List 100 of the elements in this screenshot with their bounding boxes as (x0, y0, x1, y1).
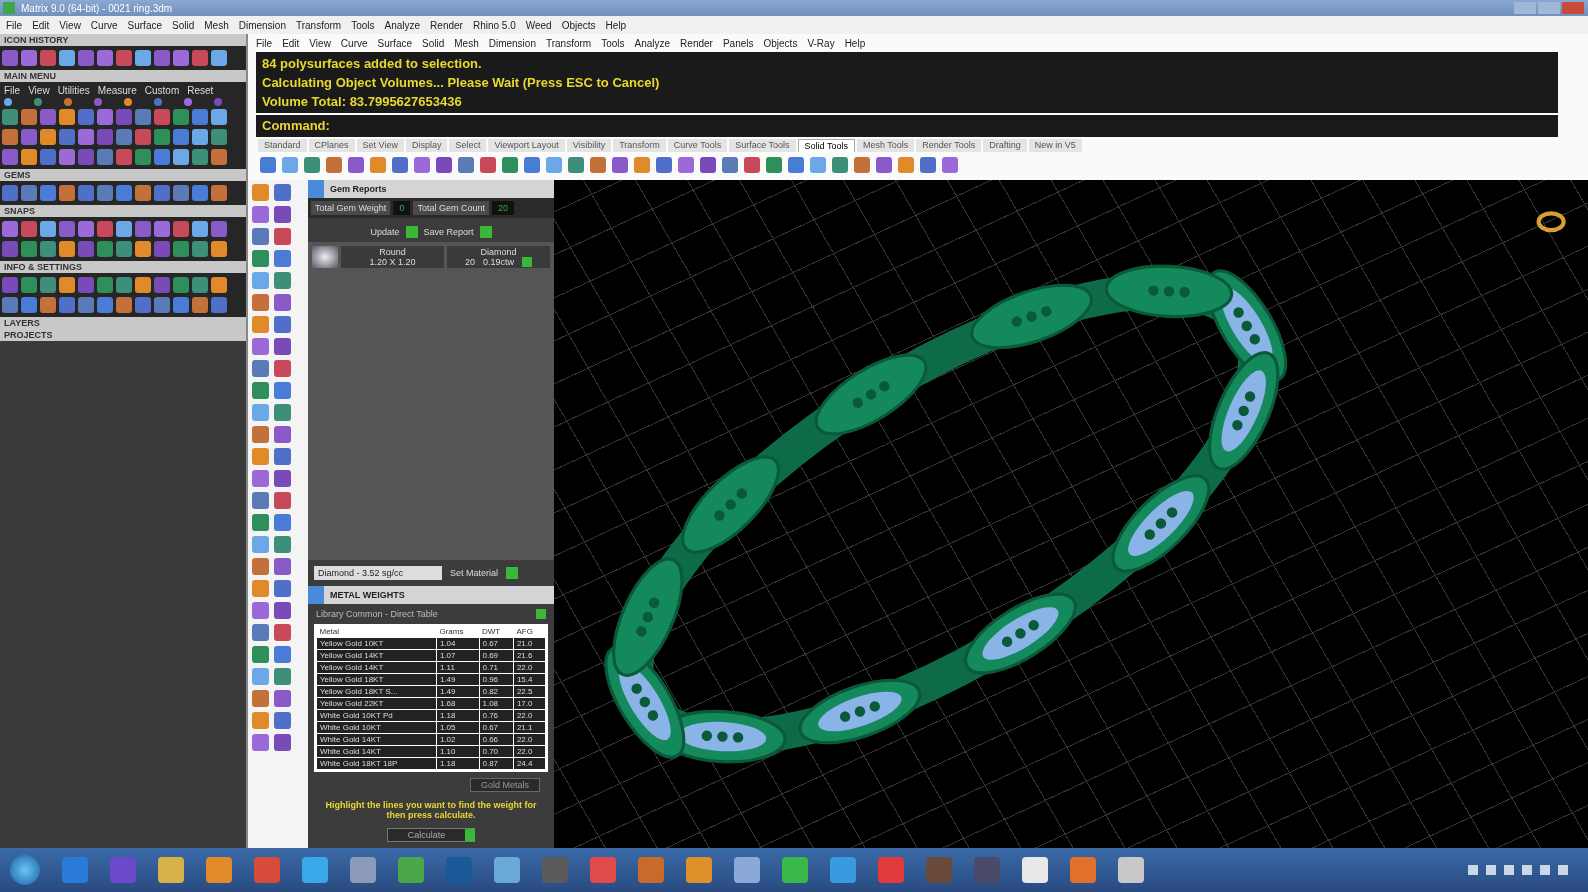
taskbar-app-icon[interactable] (926, 857, 952, 883)
tool-icon[interactable] (192, 50, 208, 66)
taskbar-app-icon[interactable] (686, 857, 712, 883)
tool-icon[interactable] (116, 221, 132, 237)
tool-icon[interactable] (252, 338, 269, 355)
tool-icon[interactable] (252, 448, 269, 465)
tool-icon[interactable] (252, 404, 269, 421)
tool-icon[interactable] (135, 50, 151, 66)
tool-icon[interactable] (59, 149, 75, 165)
toolbar-tab[interactable]: Mesh Tools (856, 139, 915, 152)
tool-icon[interactable] (211, 109, 227, 125)
tool-icon[interactable] (274, 294, 291, 311)
tool-icon[interactable] (274, 228, 291, 245)
toolbar-tab[interactable]: Set View (356, 139, 404, 152)
menu-item[interactable]: Analyze (634, 37, 671, 49)
tool-icon[interactable] (252, 426, 269, 443)
tool-icon[interactable] (97, 297, 113, 313)
tool-icon[interactable] (678, 157, 694, 173)
tool-icon[interactable] (274, 536, 291, 553)
taskbar-app-icon[interactable] (254, 857, 280, 883)
tool-icon[interactable] (40, 149, 56, 165)
tool-icon[interactable] (116, 297, 132, 313)
tool-icon[interactable] (274, 360, 291, 377)
tool-icon[interactable] (97, 241, 113, 257)
tool-icon[interactable] (154, 185, 170, 201)
tool-icon[interactable] (274, 272, 291, 289)
tool-icon[interactable] (173, 129, 189, 145)
menu-item[interactable]: Tools (351, 19, 375, 31)
toolbar-tab[interactable]: Render Tools (916, 139, 982, 152)
tool-icon[interactable] (252, 624, 269, 641)
tool-icon[interactable] (59, 109, 75, 125)
tool-icon[interactable] (942, 157, 958, 173)
tool-icon[interactable] (59, 50, 75, 66)
tool-icon[interactable] (634, 157, 650, 173)
tool-icon[interactable] (274, 668, 291, 685)
tool-icon[interactable] (97, 221, 113, 237)
tool-icon[interactable] (612, 157, 628, 173)
update-button[interactable] (405, 226, 418, 238)
menu-item[interactable]: View (28, 85, 50, 96)
column-header[interactable]: Grams (436, 626, 479, 638)
tool-icon[interactable] (154, 149, 170, 165)
tool-icon[interactable] (370, 157, 386, 173)
menu-item[interactable]: Solid (422, 37, 445, 49)
tool-icon[interactable] (40, 277, 56, 293)
tool-icon[interactable] (192, 277, 208, 293)
tool-icon[interactable] (274, 404, 291, 421)
tool-icon[interactable] (274, 206, 291, 223)
tool-icon[interactable] (274, 382, 291, 399)
taskbar-app-icon[interactable] (830, 857, 856, 883)
tool-icon[interactable] (40, 50, 56, 66)
tool-icon[interactable] (2, 297, 18, 313)
tool-icon[interactable] (154, 297, 170, 313)
tool-icon[interactable] (252, 734, 269, 751)
minimize-icon[interactable] (1514, 2, 1536, 14)
tool-icon[interactable] (274, 558, 291, 575)
menu-item[interactable]: Tools (601, 37, 625, 49)
toolbar-tab[interactable]: Surface Tools (729, 139, 796, 152)
tool-icon[interactable] (744, 157, 760, 173)
tool-icon[interactable] (832, 157, 848, 173)
tool-icon[interactable] (2, 221, 18, 237)
menu-item[interactable]: Analyze (384, 19, 421, 31)
tool-icon[interactable] (154, 241, 170, 257)
tool-icon[interactable] (854, 157, 870, 173)
menu-item[interactable]: Reset (187, 85, 214, 96)
tool-icon[interactable] (304, 157, 320, 173)
tool-icon[interactable] (97, 149, 113, 165)
menu-item[interactable]: Help (844, 37, 866, 49)
column-header[interactable]: Metal (316, 626, 437, 638)
menu-item[interactable]: Transform (545, 37, 592, 49)
tool-icon[interactable] (252, 228, 269, 245)
tool-icon[interactable] (480, 157, 496, 173)
menu-item[interactable]: Surface (377, 37, 412, 49)
tool-icon[interactable] (656, 157, 672, 173)
tool-icon[interactable] (97, 277, 113, 293)
tool-icon[interactable] (252, 206, 269, 223)
tool-icon[interactable] (97, 129, 113, 145)
tool-icon[interactable] (78, 129, 94, 145)
tool-icon[interactable] (78, 109, 94, 125)
tool-icon[interactable] (135, 221, 151, 237)
tool-icon[interactable] (252, 470, 269, 487)
tool-icon[interactable] (274, 184, 291, 201)
menu-item[interactable]: Measure (97, 85, 137, 96)
taskbar-app-icon[interactable] (302, 857, 328, 883)
tool-icon[interactable] (173, 241, 189, 257)
tool-icon[interactable] (192, 185, 208, 201)
tool-icon[interactable] (274, 492, 291, 509)
calculate-button[interactable]: Calculate (386, 828, 476, 842)
tool-icon[interactable] (211, 185, 227, 201)
material-dropdown[interactable]: Diamond - 3.52 sg/cc (314, 566, 442, 580)
tool-icon[interactable] (502, 157, 518, 173)
tool-icon[interactable] (97, 185, 113, 201)
tool-icon[interactable] (414, 157, 430, 173)
tool-icon[interactable] (97, 50, 113, 66)
panel-header[interactable]: PROJECTS (0, 329, 246, 341)
toolbar-tab[interactable]: Solid Tools (797, 139, 855, 152)
tool-icon[interactable] (59, 297, 75, 313)
tool-icon[interactable] (252, 294, 269, 311)
tool-icon[interactable] (252, 580, 269, 597)
tool-icon[interactable] (211, 129, 227, 145)
tool-icon[interactable] (211, 221, 227, 237)
